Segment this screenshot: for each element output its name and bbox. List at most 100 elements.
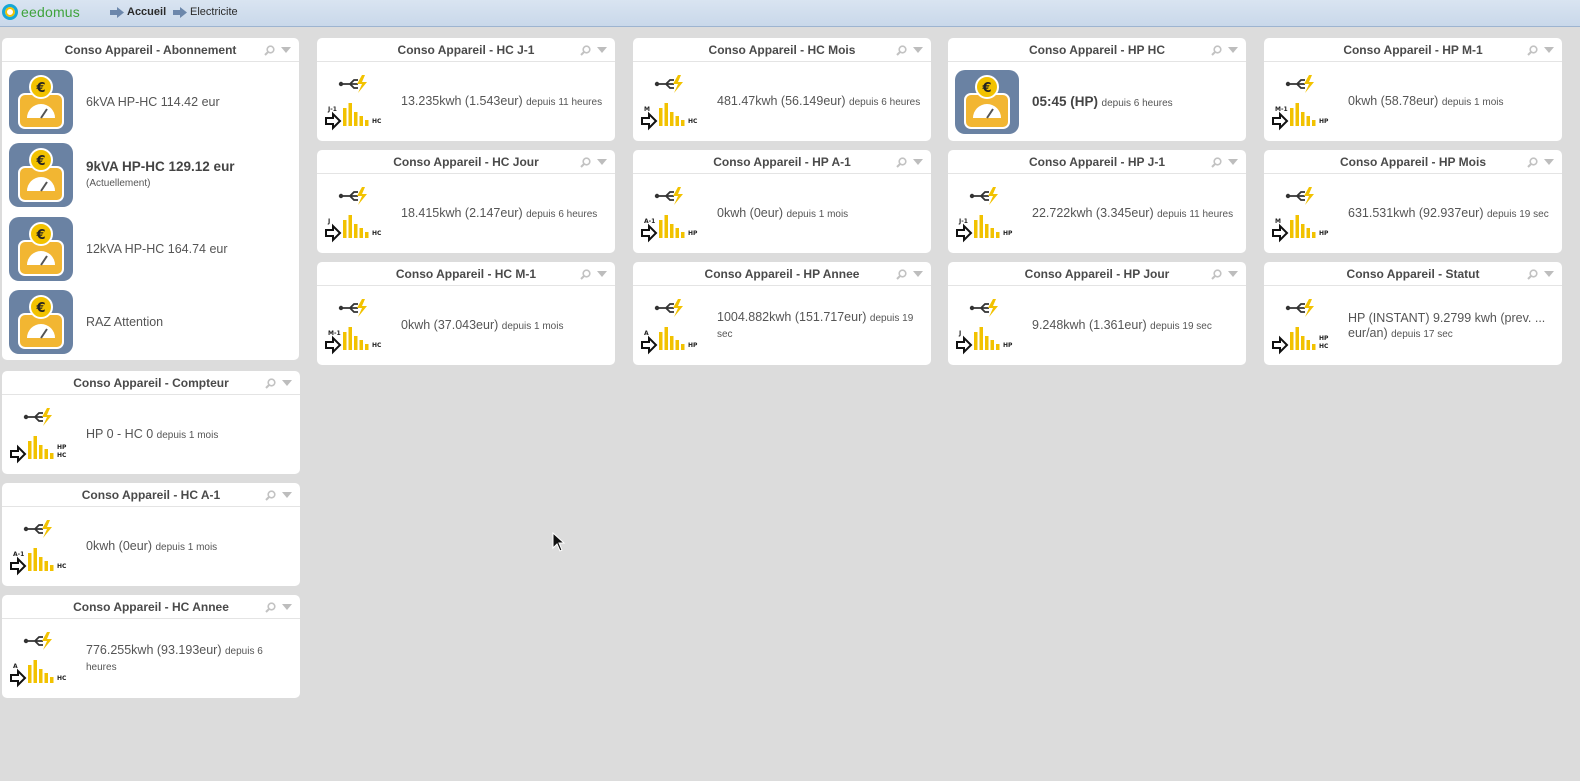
- dropdown-arrow-icon[interactable]: [913, 271, 923, 277]
- svg-text:HC: HC: [57, 563, 67, 570]
- abonnement-option[interactable]: € 6kVA HP-HC 114.42 eur: [2, 69, 299, 135]
- svg-text:M-1: M-1: [328, 330, 341, 337]
- widget-card: Conso Appareil - Compteur HP HC HP 0 - HC 0…: [2, 371, 300, 474]
- magnifier-icon[interactable]: [1527, 156, 1538, 168]
- widget-body[interactable]: M-1 HC 0kwh (37.043eur) depuis 1 mois: [317, 287, 615, 365]
- breadcrumb-electricite[interactable]: Electricite: [173, 6, 238, 18]
- magnifier-icon[interactable]: [265, 377, 276, 389]
- svg-text:M-1: M-1: [1275, 106, 1288, 113]
- magnifier-icon[interactable]: [580, 268, 591, 280]
- magnifier-icon[interactable]: [580, 156, 591, 168]
- widget-value: 22.722kwh (3.345eur): [1032, 206, 1154, 220]
- widget-title: Conso Appareil - HC Jour: [393, 155, 539, 169]
- widget-body[interactable]: J HC 18.415kwh (2.147eur) depuis 6 heures: [317, 175, 615, 253]
- magnifier-icon[interactable]: [1527, 44, 1538, 56]
- widget-title: Conso Appareil - HP Mois: [1339, 155, 1486, 169]
- logo-text: eedomus: [21, 4, 80, 20]
- eedomus-logo[interactable]: eedomus: [2, 4, 80, 20]
- dropdown-arrow-icon[interactable]: [1228, 159, 1238, 165]
- dropdown-arrow-icon[interactable]: [1544, 159, 1554, 165]
- svg-text:HC: HC: [372, 230, 382, 237]
- widget-body[interactable]: A HC 776.255kwh (93.193eur) depuis 6 heure…: [2, 620, 300, 698]
- magnifier-icon[interactable]: [896, 44, 907, 56]
- widget-value-text: 0kwh (0eur) depuis 1 mois: [86, 539, 217, 555]
- mouse-cursor-icon: [552, 532, 566, 552]
- dropdown-arrow-icon[interactable]: [281, 47, 291, 53]
- magnifier-icon[interactable]: [896, 268, 907, 280]
- widget-body[interactable]: J HP 9.248kwh (1.361eur) depuis 19 sec: [948, 287, 1246, 365]
- abonnement-option-active[interactable]: € 9kVA HP-HC 129.12 eur (Actuellement): [2, 142, 299, 208]
- svg-text:HP: HP: [1319, 230, 1329, 237]
- dropdown-arrow-icon[interactable]: [282, 380, 292, 386]
- widget-card: Conso Appareil - HC Annee A HC 776.255kwh (…: [2, 595, 300, 698]
- widget-body[interactable]: A HP 1004.882kwh (151.717eur) depuis 19 se…: [633, 287, 931, 365]
- breadcrumb-label: Accueil: [127, 6, 167, 18]
- widget-value: 1004.882kwh (151.717eur): [717, 310, 867, 324]
- dropdown-arrow-icon[interactable]: [1544, 47, 1554, 53]
- magnifier-icon[interactable]: [1527, 268, 1538, 280]
- magnifier-icon[interactable]: [1211, 156, 1222, 168]
- widget-header: Conso Appareil - HP J-1: [948, 150, 1246, 174]
- dropdown-arrow-icon[interactable]: [597, 47, 607, 53]
- breadcrumb-accueil[interactable]: Accueil: [110, 6, 166, 18]
- widget-value-text: 13.235kwh (1.543eur) depuis 11 heures: [401, 94, 602, 110]
- widget-value: 481.47kwh (56.149eur): [717, 94, 846, 108]
- meter-icon: A-1 HC: [9, 515, 73, 579]
- magnifier-icon[interactable]: [265, 601, 276, 613]
- svg-text:HC: HC: [688, 118, 698, 125]
- magnifier-icon[interactable]: [265, 489, 276, 501]
- widget-card: Conso Appareil - HP A-1 A-1 HP 0kwh (0eur) …: [633, 150, 931, 253]
- widget-title: Conso Appareil - Abonnement: [64, 43, 237, 57]
- widget-since: depuis 1 mois: [155, 542, 218, 553]
- widget-card: Conso Appareil - HP Mois M HP 631.531kwh (9…: [1264, 150, 1562, 253]
- widget-body[interactable]: J-1 HC 13.235kwh (1.543eur) depuis 11 heur…: [317, 63, 615, 141]
- svg-text:HC: HC: [1319, 343, 1329, 350]
- widget-header: Conso Appareil - HC Mois: [633, 38, 931, 62]
- widget-body[interactable]: M-1 HP 0kwh (58.78eur) depuis 1 mois: [1264, 63, 1562, 141]
- widget-value-text: 22.722kwh (3.345eur) depuis 11 heures: [1032, 206, 1233, 222]
- widget-card: Conso Appareil - HP Annee A HP 1004.882kwh …: [633, 262, 931, 365]
- top-bar: eedomus Accueil Electricite: [0, 0, 1580, 27]
- widget-body[interactable]: A-1 HC 0kwh (0eur) depuis 1 mois: [2, 508, 300, 586]
- widget-body[interactable]: HP HC HP 0 - HC 0 depuis 1 mois: [2, 396, 300, 474]
- svg-text:J-1: J-1: [958, 218, 968, 225]
- widget-body[interactable]: J-1 HP 22.722kwh (3.345eur) depuis 11 heur…: [948, 175, 1246, 253]
- svg-text:M: M: [1275, 218, 1281, 225]
- widget-body[interactable]: A-1 HP 0kwh (0eur) depuis 1 mois: [633, 175, 931, 253]
- widget-value-text: 9.248kwh (1.361eur) depuis 19 sec: [1032, 318, 1212, 334]
- dropdown-arrow-icon[interactable]: [597, 159, 607, 165]
- widget-header: Conso Appareil - HP M-1: [1264, 38, 1562, 62]
- widget-body[interactable]: HP HC HP (INSTANT) 9.2799 kwh (prev. ... e…: [1264, 287, 1562, 365]
- magnifier-icon[interactable]: [264, 44, 275, 56]
- widget-since: depuis 11 heures: [526, 97, 603, 108]
- magnifier-icon[interactable]: [896, 156, 907, 168]
- dropdown-arrow-icon[interactable]: [913, 159, 923, 165]
- widget-value-text: 1004.882kwh (151.717eur) depuis 19 sec: [717, 310, 925, 342]
- svg-text:HP: HP: [1003, 342, 1013, 349]
- dropdown-arrow-icon[interactable]: [913, 47, 923, 53]
- dropdown-arrow-icon[interactable]: [597, 271, 607, 277]
- widget-body[interactable]: M HP 631.531kwh (92.937eur) depuis 19 sec: [1264, 175, 1562, 253]
- widget-since: depuis 19 sec: [1150, 321, 1212, 332]
- widget-card: Conso Appareil - HC Mois M HC 481.47kwh (56…: [633, 38, 931, 141]
- dropdown-arrow-icon[interactable]: [1228, 47, 1238, 53]
- magnifier-icon[interactable]: [580, 44, 591, 56]
- widget-abonnement: Conso Appareil - Abonnement € 6kVA HP-HC…: [2, 38, 299, 360]
- abonnement-option[interactable]: € 12kVA HP-HC 164.74 eur: [2, 216, 299, 282]
- widget-body[interactable]: €05:45 (HP) depuis 6 heures: [948, 63, 1246, 141]
- abonnement-option[interactable]: € RAZ Attention: [2, 289, 299, 355]
- magnifier-icon[interactable]: [1211, 44, 1222, 56]
- widget-body[interactable]: M HC 481.47kwh (56.149eur) depuis 6 heures: [633, 63, 931, 141]
- dropdown-arrow-icon[interactable]: [1228, 271, 1238, 277]
- widget-value: 0kwh (0eur): [717, 206, 783, 220]
- widget-value: 0kwh (58.78eur): [1348, 94, 1439, 108]
- dropdown-arrow-icon[interactable]: [1544, 271, 1554, 277]
- breadcrumb-label: Electricite: [190, 6, 238, 18]
- magnifier-icon[interactable]: [1211, 268, 1222, 280]
- widget-since: depuis 1 mois: [501, 321, 564, 332]
- dropdown-arrow-icon[interactable]: [282, 604, 292, 610]
- widget-header: Conso Appareil - Compteur: [2, 371, 300, 395]
- svg-text:€: €: [35, 154, 45, 169]
- svg-text:€: €: [35, 228, 45, 243]
- dropdown-arrow-icon[interactable]: [282, 492, 292, 498]
